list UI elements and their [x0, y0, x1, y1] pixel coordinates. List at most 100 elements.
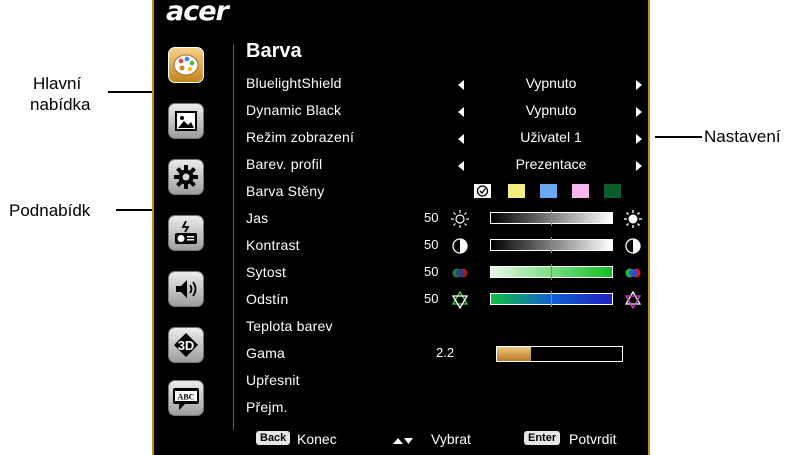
back-label: Konec [297, 431, 337, 447]
row-value: Uživatel 1 [520, 129, 582, 145]
row-label: Dynamic Black [246, 102, 342, 118]
row-gamma[interactable]: Gama 2.2 [246, 343, 636, 365]
palette-icon [173, 54, 199, 76]
row-label: Režim zobrazení [246, 129, 355, 145]
row-reset[interactable]: Přejm. [246, 397, 636, 419]
tint-slider[interactable] [490, 291, 613, 307]
sidebar-item-language[interactable]: ABC [168, 380, 204, 416]
row-number: 50 [424, 237, 439, 252]
arrow-left-icon[interactable] [458, 161, 464, 171]
sidebar-item-3d[interactable]: 3D [168, 327, 204, 363]
sidebar-item-image[interactable] [168, 103, 204, 139]
wall-swatch-yellow[interactable] [508, 184, 525, 198]
brightness-slider[interactable] [490, 210, 613, 226]
row-color-profile[interactable]: Barev. profil Prezentace [246, 154, 642, 176]
row-label: Barva Stěny [246, 183, 325, 199]
row-label: BluelightShield [246, 75, 342, 91]
contrast-icon-right [625, 238, 641, 254]
arrow-right-icon[interactable] [636, 107, 642, 117]
arrow-left-icon[interactable] [458, 107, 464, 117]
select-label: Vybrat [431, 431, 471, 447]
callout-settings: Nastavení [704, 127, 781, 146]
tint-star-icon-right [624, 290, 642, 310]
brand-logo: acer [166, 0, 229, 27]
row-label: Odstín [246, 291, 289, 307]
row-label: Barev. profil [246, 156, 323, 172]
gear-icon [174, 165, 198, 189]
language-icon: ABC [173, 388, 199, 410]
callout-main-menu-line2: nabídka [30, 95, 91, 114]
check-circle-icon [476, 185, 489, 197]
wall-swatch-blue[interactable] [540, 184, 557, 198]
row-label: Teplota barev [246, 318, 333, 334]
wall-swatch-none[interactable] [474, 184, 491, 198]
saturation-slider[interactable] [490, 264, 613, 280]
3d-label: 3D [178, 338, 195, 353]
tint-star-icon [451, 290, 469, 310]
row-value: Vypnuto [525, 75, 577, 91]
callout-submenu: Podnabídk [9, 201, 91, 220]
footer-hints: Back Konec Vybrat Enter Potvrdit [154, 428, 648, 452]
slider-marker [551, 237, 552, 253]
row-bluelightshield[interactable]: BluelightShield Vypnuto [246, 73, 642, 95]
sidebar-item-audio[interactable] [168, 271, 204, 307]
saturation-low-icon [452, 268, 468, 278]
row-brightness[interactable]: Jas 50 [246, 208, 642, 230]
sun-filled-icon [624, 210, 642, 228]
row-display-mode[interactable]: Režim zobrazení Uživatel 1 [246, 127, 642, 149]
saturation-high-icon [625, 268, 641, 278]
picture-icon [175, 111, 197, 131]
row-wall-color[interactable]: Barva Stěny [246, 181, 636, 203]
speaker-icon [176, 280, 197, 298]
osd-menu: acer 3D ABC Barva BluelightShield Vypnut… [152, 0, 650, 455]
arrow-right-icon[interactable] [636, 80, 642, 90]
row-contrast[interactable]: Kontrast 50 [246, 235, 641, 257]
sidebar-item-management[interactable] [168, 215, 204, 251]
wall-swatch-pink[interactable] [572, 184, 589, 198]
row-label: Sytost [246, 264, 287, 280]
row-color-temperature[interactable]: Teplota barev [246, 316, 636, 338]
row-label: Přejm. [246, 399, 288, 415]
arrow-right-icon[interactable] [636, 161, 642, 171]
projector-icon [175, 220, 197, 244]
callout-settings-line [655, 136, 702, 138]
row-dynamic-black[interactable]: Dynamic Black Vypnuto [246, 100, 642, 122]
panel-title: Barva [246, 40, 302, 62]
row-value: Prezentace [515, 156, 587, 172]
row-number: 50 [424, 210, 439, 225]
callout-main-menu-line1: Hlavní [33, 74, 82, 93]
contrast-icon [452, 238, 468, 254]
up-down-arrows-icon [393, 438, 413, 444]
row-number: 50 [424, 264, 439, 279]
abc-label: ABC [178, 393, 195, 402]
row-label: Upřesnit [246, 372, 300, 388]
sidebar-divider [233, 44, 234, 430]
row-number: 50 [424, 291, 439, 306]
row-saturation[interactable]: Sytost 50 [246, 262, 641, 284]
arrow-right-icon[interactable] [636, 134, 642, 144]
sun-outline-icon [451, 210, 469, 228]
slider-marker [551, 210, 552, 226]
gamma-fill [497, 347, 531, 361]
arrow-left-icon[interactable] [458, 80, 464, 90]
row-tint[interactable]: Odstín 50 [246, 289, 642, 311]
sidebar-item-settings[interactable] [168, 159, 204, 195]
enter-label: Potvrdit [569, 431, 617, 447]
slider-marker [551, 291, 552, 307]
slider-marker [551, 264, 552, 280]
row-label: Gama [246, 345, 285, 361]
arrow-left-icon[interactable] [458, 134, 464, 144]
contrast-slider[interactable] [490, 237, 613, 253]
3d-icon: 3D [174, 333, 198, 357]
row-advanced[interactable]: Upřesnit [246, 370, 636, 392]
row-label: Jas [246, 210, 269, 226]
gamma-slider[interactable] [496, 346, 623, 362]
back-key: Back [256, 431, 291, 445]
row-label: Kontrast [246, 237, 300, 253]
enter-key: Enter [524, 431, 561, 445]
row-value: Vypnuto [525, 102, 577, 118]
callout-main-menu: Hlavní nabídka [30, 73, 91, 115]
sidebar-item-color[interactable] [168, 47, 204, 83]
gamma-value: 2.2 [436, 345, 455, 360]
wall-swatch-green[interactable] [604, 184, 621, 198]
